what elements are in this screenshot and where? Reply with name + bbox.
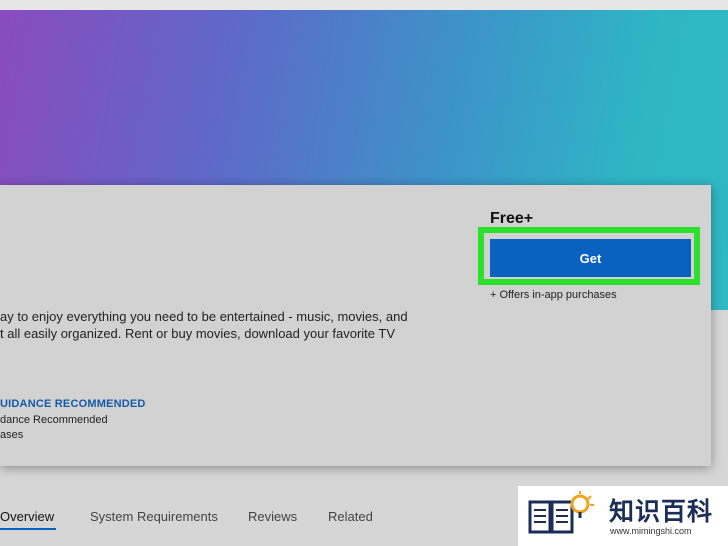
active-tab-indicator — [0, 528, 56, 530]
product-description: ay to enjoy everything you need to be en… — [0, 308, 420, 342]
description-line: ay to enjoy everything you need to be en… — [0, 309, 408, 324]
watermark-url: www.mimingshi.com — [610, 526, 692, 536]
rating-descriptor: dance Recommended — [0, 414, 108, 426]
price-label: Free+ — [490, 210, 534, 227]
book-lightbulb-icon — [528, 491, 594, 534]
in-app-purchases-note: + Offers in-app purchases — [490, 289, 617, 301]
description-line: t all easily organized. Rent or buy movi… — [0, 326, 396, 341]
tab-system-requirements[interactable]: System Requirements — [90, 509, 218, 524]
rating-purchases-note: ases — [0, 429, 24, 441]
tab-reviews[interactable]: Reviews — [248, 509, 297, 524]
watermark: 知识百科 www.mimingshi.com — [518, 486, 728, 546]
tab-related[interactable]: Related — [328, 509, 373, 524]
get-button[interactable]: Get — [490, 239, 691, 277]
tab-overview[interactable]: Overview — [0, 509, 56, 530]
rating-title-link[interactable]: UIDANCE RECOMMENDED — [0, 398, 146, 410]
top-strip — [0, 0, 728, 10]
tab-label: Overview — [0, 509, 55, 524]
watermark-name: 知识百科 — [609, 498, 714, 526]
